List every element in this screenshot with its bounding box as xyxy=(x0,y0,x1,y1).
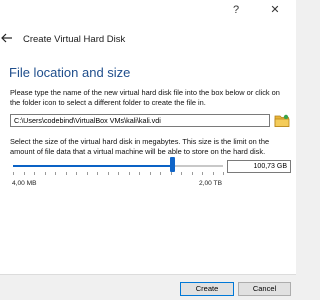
size-slider-thumb[interactable] xyxy=(170,157,176,172)
slider-tick xyxy=(13,172,14,175)
slider-tick xyxy=(44,172,46,175)
slider-tick xyxy=(139,172,140,175)
slider-tick xyxy=(97,172,98,175)
slider-tick xyxy=(23,172,25,175)
slider-tick xyxy=(34,172,35,175)
close-button[interactable]: ✕ xyxy=(266,2,284,18)
footer-separator xyxy=(0,274,296,275)
size-input[interactable]: 100,73 GB xyxy=(227,160,291,173)
create-button[interactable]: Create xyxy=(180,282,234,296)
slider-tick xyxy=(128,172,130,175)
file-path-input[interactable]: C:\Users\codebind\VirtualBox VMs\kali\ka… xyxy=(10,114,270,127)
wizard-header: Create Virtual Hard Disk xyxy=(0,20,296,58)
window-titlebar: ? ✕ xyxy=(0,0,296,20)
slider-tick xyxy=(170,172,172,175)
slider-tick xyxy=(160,172,161,175)
slider-tick xyxy=(149,172,151,175)
size-slider-track[interactable] xyxy=(13,165,223,167)
size-min-label: 4,00 MB xyxy=(12,180,37,187)
size-description: Select the size of the virtual hard disk… xyxy=(10,137,270,156)
folder-icon[interactable] xyxy=(274,113,290,128)
slider-tick xyxy=(181,172,182,175)
back-arrow-icon[interactable] xyxy=(0,30,16,46)
slider-tick xyxy=(107,172,109,175)
location-description: Please type the name of the new virtual … xyxy=(10,88,280,107)
slider-tick xyxy=(65,172,67,175)
size-slider-ticks xyxy=(13,172,224,176)
wizard-title: Create Virtual Hard Disk xyxy=(23,34,126,45)
cancel-button[interactable]: Cancel xyxy=(238,282,291,296)
slider-tick xyxy=(118,172,119,175)
wizard-page: File location and size Please type the n… xyxy=(0,58,296,274)
slider-tick xyxy=(212,172,214,175)
help-button[interactable]: ? xyxy=(228,2,244,18)
slider-tick xyxy=(223,172,224,175)
slider-tick xyxy=(191,172,193,175)
slider-tick xyxy=(202,172,203,175)
size-slider-fill xyxy=(13,165,173,167)
slider-tick xyxy=(55,172,56,175)
slider-tick xyxy=(86,172,88,175)
section-title: File location and size xyxy=(9,65,131,80)
slider-tick xyxy=(76,172,77,175)
size-max-label: 2,00 TB xyxy=(199,180,222,187)
